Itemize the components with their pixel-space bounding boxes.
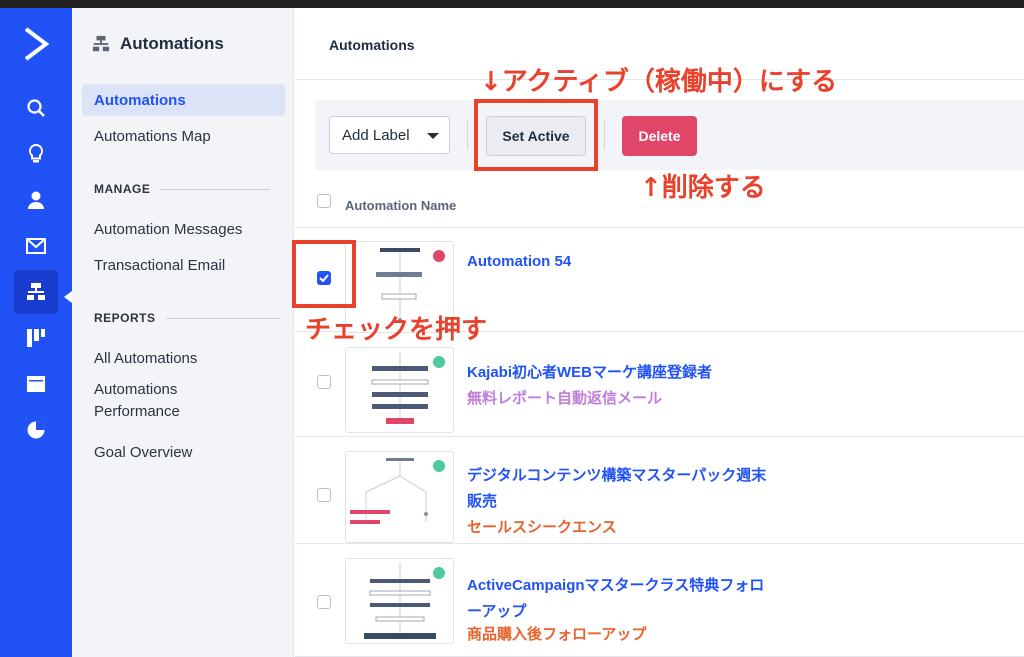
automation-label[interactable]: セールスシークエンス <box>467 515 617 541</box>
sidebar-item-goal-overview[interactable]: Goal Overview <box>82 436 285 468</box>
status-dot <box>433 356 445 368</box>
manage-heading-text: MANAGE <box>94 182 151 196</box>
delete-button[interactable]: Delete <box>622 116 697 156</box>
activecampaign-logo-icon[interactable] <box>22 26 50 62</box>
sidebar-title: Automations <box>120 34 224 53</box>
automation-name-link[interactable]: Automation 54 <box>467 249 797 275</box>
sidebar-item-automations-map[interactable]: Automations Map <box>82 120 285 152</box>
row-checkbox[interactable] <box>317 595 331 609</box>
reports-icon[interactable] <box>14 408 58 452</box>
add-label-text: Add Label <box>342 126 410 144</box>
icon-rail <box>0 8 72 657</box>
automation-name-link[interactable]: デジタルコンテンツ構築マスターパック週末 販売 <box>467 463 797 515</box>
lightbulb-icon[interactable] <box>14 132 58 176</box>
page-title: Automations <box>329 37 415 53</box>
manage-heading: MANAGE <box>94 182 271 196</box>
workflow-thumbnail[interactable] <box>345 558 454 644</box>
automation-name-link[interactable]: Kajabi初心者WEBマーケ講座登録者 <box>467 360 797 386</box>
sidebar-item-transactional-email[interactable]: Transactional Email <box>82 249 285 281</box>
add-label-dropdown[interactable]: Add Label <box>329 116 450 154</box>
table-row[interactable]: デジタルコンテンツ構築マスターパック週末 販売 セールスシークエンス <box>295 438 1024 544</box>
check-annotation: チェックを押す <box>305 315 488 345</box>
sidebar-item-all-automations[interactable]: All Automations <box>82 342 285 374</box>
sidebar-item-automations-performance[interactable]: Automations Performance <box>82 378 285 424</box>
workflow-thumbnail[interactable] <box>345 347 454 433</box>
set-active-annotation: ↓アクティブ（稼働中）にする <box>480 67 838 97</box>
automations-icon <box>92 35 110 52</box>
checkbox-highlight-box <box>292 240 356 308</box>
automation-name-link[interactable]: ActiveCampaignマスタークラス特典フォロ ーアップ <box>467 573 797 625</box>
row-checkbox[interactable] <box>317 488 331 502</box>
window-top-strip <box>0 0 1024 8</box>
select-all-checkbox[interactable] <box>317 194 331 208</box>
active-section-caret <box>64 291 72 303</box>
automations-icon[interactable] <box>14 270 58 314</box>
status-dot <box>433 567 445 579</box>
sidebar-header: Automations <box>92 34 224 54</box>
search-icon[interactable] <box>14 86 58 130</box>
reports-heading: REPORTS <box>94 311 280 325</box>
automation-label[interactable]: 無料レポート自動返信メール <box>467 386 662 412</box>
set-active-highlight-box <box>474 99 598 171</box>
divider <box>160 188 271 190</box>
status-dot <box>433 460 445 472</box>
sidebar-item-automations[interactable]: Automations <box>82 84 285 116</box>
site-icon[interactable] <box>14 362 58 406</box>
chevron-down-icon <box>427 133 439 139</box>
reports-heading-text: REPORTS <box>94 311 156 325</box>
pipeline-icon[interactable] <box>14 316 58 360</box>
delete-annotation: ↑削除する <box>640 173 766 203</box>
toolbar-separator <box>467 120 468 150</box>
column-automation-name[interactable]: Automation Name <box>345 198 456 213</box>
divider <box>165 317 280 319</box>
table-row[interactable]: Kajabi初心者WEBマーケ講座登録者 無料レポート自動返信メール <box>295 333 1024 437</box>
automations-sidebar: Automations Automations Automations Map … <box>72 8 294 657</box>
workflow-thumbnail[interactable] <box>345 451 454 543</box>
sidebar-item-automation-messages[interactable]: Automation Messages <box>82 213 285 245</box>
email-icon[interactable] <box>14 224 58 268</box>
bulk-actions-toolbar: Add Label Set Active Delete <box>315 100 1024 170</box>
toolbar-separator <box>604 120 605 150</box>
status-dot <box>433 250 445 262</box>
table-row[interactable]: ActiveCampaignマスタークラス特典フォロ ーアップ 商品購入後フォロ… <box>295 545 1024 657</box>
automation-label[interactable]: 商品購入後フォローアップ <box>467 622 646 648</box>
contacts-icon[interactable] <box>14 178 58 222</box>
row-checkbox[interactable] <box>317 375 331 389</box>
